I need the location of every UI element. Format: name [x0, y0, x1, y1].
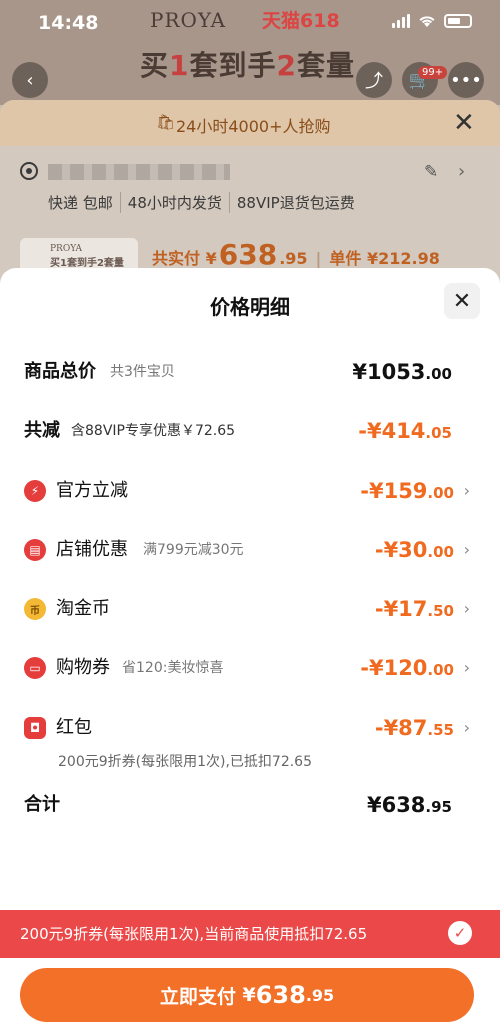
- voucher-sub: 省120:美妆惊喜: [122, 660, 224, 676]
- coin-icon: 币: [24, 598, 46, 620]
- ticket-icon: ▭: [24, 657, 46, 679]
- reduction-amount: -¥414.05: [358, 419, 452, 443]
- close-icon: ✕: [452, 288, 472, 314]
- more-button[interactable]: •••: [448, 62, 484, 98]
- signal-icon: [392, 14, 410, 28]
- taojinbi-label: 淘金币: [56, 598, 110, 619]
- sheet-close-icon[interactable]: ✕: [453, 108, 475, 138]
- voucher-amount: -¥120.00: [360, 656, 454, 680]
- goods-total-label: 商品总价: [24, 361, 96, 382]
- goods-total-sub: 共3件宝贝: [110, 364, 175, 380]
- row-total-reduction: 共减 含88VIP专享优惠￥72.65 -¥414.05: [0, 416, 500, 446]
- chevron-right-icon: ›: [463, 481, 470, 500]
- lightning-icon: ⚡: [24, 480, 46, 502]
- cart-badge: 99+: [418, 66, 448, 79]
- banner-slogan: 买1套到手2套量: [140, 49, 356, 82]
- row-sum: 合计 ¥638.95: [0, 790, 500, 820]
- promo-text: 24小时4000+人抢购: [176, 117, 331, 136]
- voucher-label: 购物券: [56, 657, 110, 678]
- pay-now-button[interactable]: 立即支付 ¥638.95: [20, 968, 474, 1022]
- chevron-right-icon: ›: [463, 599, 470, 618]
- shipping-info: 快递 包邮 48小时内发货 88VIP退货包运费: [48, 192, 362, 213]
- shop-discount-sub: 满799元减30元: [143, 542, 244, 558]
- battery-icon: [444, 14, 472, 28]
- row-taojinbi[interactable]: 币 淘金币 -¥17.50 ›: [0, 594, 500, 624]
- address-blurred[interactable]: [48, 164, 230, 180]
- status-time: 14:48: [38, 12, 99, 34]
- tmall-618-logo: 天猫618: [262, 10, 340, 32]
- reduction-sub: 含88VIP专享优惠￥72.65: [71, 423, 236, 439]
- shop-discount-amount: -¥30.00: [374, 538, 454, 562]
- thumbnail-slogan: 买1套到手2套量: [50, 258, 124, 269]
- row-red-packet[interactable]: ◘ 红包 -¥87.55 ›: [0, 713, 500, 743]
- sum-label: 合计: [24, 794, 60, 815]
- red-packet-label: 红包: [56, 717, 92, 738]
- more-icon: •••: [450, 69, 482, 91]
- row-shopping-voucher[interactable]: ▭ 购物券 省120:美妆惊喜 -¥120.00 ›: [0, 653, 500, 683]
- row-shop-discount[interactable]: ▤ 店铺优惠 满799元减30元 -¥30.00 ›: [0, 535, 500, 565]
- taojinbi-amount: -¥17.50: [374, 597, 454, 621]
- reduction-label: 共减: [24, 420, 60, 441]
- location-icon: [20, 162, 38, 180]
- share-icon: ⤴: [365, 71, 383, 92]
- sum-amount: ¥638.95: [366, 793, 452, 817]
- order-total-summary: 共实付 ¥638.95 | 单件 ¥212.98: [152, 238, 440, 271]
- share-button[interactable]: ⤴: [356, 62, 392, 98]
- shopping-bag-icon: 🛍: [156, 113, 176, 131]
- row-goods-total: 商品总价 共3件宝贝 ¥1053.00: [0, 357, 500, 387]
- chevron-right-icon[interactable]: ›: [458, 161, 465, 182]
- status-bar: 14:48: [0, 0, 500, 50]
- check-icon[interactable]: ✓: [448, 921, 472, 945]
- chevron-right-icon: ›: [463, 658, 470, 677]
- chevron-right-icon: ›: [463, 540, 470, 559]
- thumbnail-brand: PROYA: [50, 244, 82, 254]
- edit-icon[interactable]: ✎: [424, 162, 438, 182]
- official-discount-label: 官方立减: [56, 480, 128, 501]
- brand-logo: PROYA: [150, 8, 227, 32]
- red-packet-amount: -¥87.55: [374, 716, 454, 740]
- red-packet-note: 200元9折券(每张限用1次),已抵扣72.65: [58, 754, 312, 770]
- modal-title: 价格明细: [210, 295, 290, 319]
- official-discount-amount: -¥159.00: [360, 479, 454, 503]
- wifi-icon: [419, 16, 435, 27]
- red-packet-icon: ◘: [24, 717, 46, 739]
- shop-discount-label: 店铺优惠: [56, 539, 128, 560]
- row-official-discount[interactable]: ⚡ 官方立减 -¥159.00 ›: [0, 476, 500, 506]
- shop-icon: ▤: [24, 539, 46, 561]
- chevron-right-icon: ›: [463, 718, 470, 737]
- chevron-left-icon: ‹: [26, 69, 34, 91]
- coupon-text: 200元9折券(每张限用1次),当前商品使用抵扣72.65: [20, 925, 368, 943]
- status-icons: [392, 14, 472, 28]
- back-button[interactable]: ‹: [12, 62, 48, 98]
- goods-total-amount: ¥1053.00: [352, 360, 452, 384]
- modal-close-button[interactable]: ✕: [444, 283, 480, 319]
